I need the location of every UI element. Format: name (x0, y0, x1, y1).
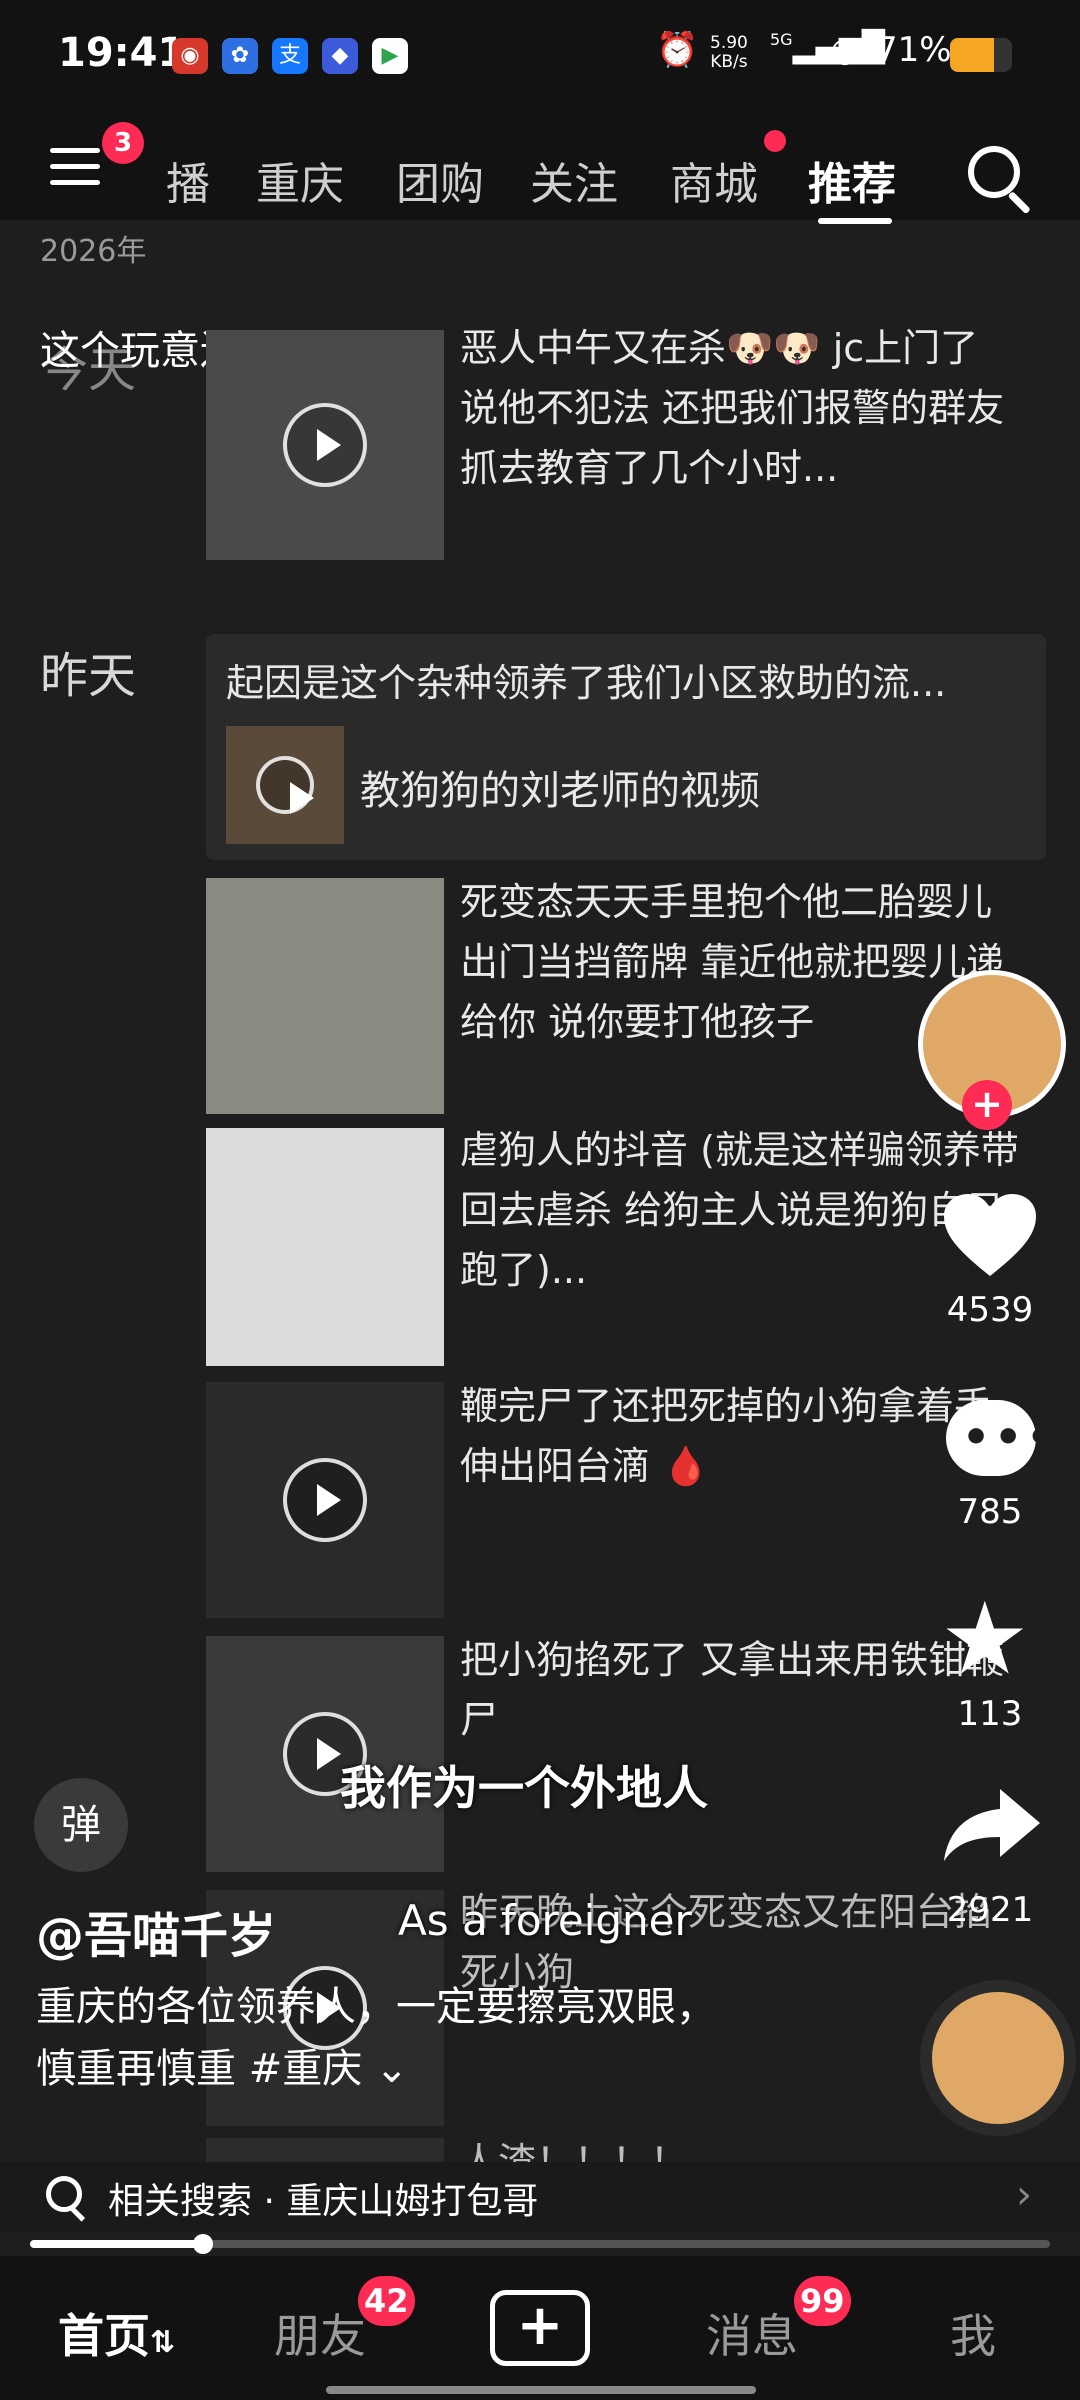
menu-badge: 3 (102, 122, 144, 164)
favorite-count: 113 (957, 1694, 1023, 1734)
post-description: 鞭完尸了还把死掉的小狗拿着手伸出阳台滴 🩸 (460, 1384, 993, 1488)
video-caption-english: As a foreigner (398, 1896, 692, 1945)
battery-fill (950, 38, 995, 72)
play-icon (283, 403, 367, 487)
nav-home-label: 首页 (58, 2309, 150, 2363)
tab-mall[interactable]: 商城 (670, 148, 758, 212)
battery-percent: 71% (876, 30, 952, 70)
day-label-yesterday: 昨天 (40, 648, 137, 704)
video-description-line2: 慎重再慎重 #重庆 ⌄ (36, 2046, 409, 2092)
notification-app-icon: ◉ (172, 38, 208, 74)
app-icon: ◆ (322, 38, 358, 74)
post-thumbnail[interactable] (206, 878, 444, 1114)
net-speed-unit: KB/s (710, 52, 748, 72)
search-icon (46, 2176, 82, 2212)
post-thumbnail[interactable] (206, 330, 444, 560)
video-description[interactable]: 重庆的各位领养人，一定要擦亮双眼， 慎重再慎重 #重庆 ⌄ (36, 1976, 856, 2100)
tab-live[interactable]: 播 (166, 148, 210, 212)
tab-recommend[interactable]: 推荐 (808, 148, 896, 212)
share-count: 2921 (946, 1890, 1034, 1930)
signal-type: 5G (770, 30, 793, 49)
battery-icon (950, 38, 1012, 72)
play-store-icon: ▶ (372, 38, 408, 74)
danmu-toggle-button[interactable]: 弹 (34, 1778, 128, 1872)
tab-following[interactable]: 关注 (530, 148, 618, 212)
video-caption-chinese: 我作为一个外地人 (340, 1761, 708, 1815)
post-description: 虐狗人的抖音 (就是这样骗领养带回去虐杀 给狗主人说是狗狗自己跑了)... (460, 1128, 1019, 1292)
play-icon (256, 756, 314, 814)
wifi-icon: ◔ (830, 30, 860, 70)
repost-text: 起因是这个杂种领养了我们小区救助的流... (226, 661, 947, 705)
friends-badge: 42 (358, 2276, 415, 2326)
nav-messages[interactable]: 消息 (706, 2300, 798, 2366)
net-speed-value: 5.90 (710, 33, 748, 53)
menu-icon[interactable] (50, 148, 100, 188)
play-icon (283, 1458, 367, 1542)
alarm-icon: ⏰ (656, 30, 699, 70)
year-header: 2026年 (40, 234, 147, 269)
tab-group-buy[interactable]: 团购 (396, 148, 484, 212)
nav-friends[interactable]: 朋友 (274, 2300, 366, 2366)
chevron-right-icon[interactable]: › (1016, 2172, 1032, 2218)
share-arrow-icon[interactable] (940, 1785, 1044, 1865)
messages-badge: 99 (794, 2276, 851, 2326)
home-indicator (326, 2386, 756, 2394)
net-speed: 5.90 KB/s (710, 34, 748, 72)
related-search-text[interactable]: 相关搜索 · 重庆山姆打包哥 (108, 2172, 538, 2224)
video-progress-fill (30, 2240, 203, 2248)
baidu-paw-icon: ✿ (222, 38, 258, 74)
status-time: 19:41 (58, 30, 186, 76)
video-description-line1: 重庆的各位领养人，一定要擦亮双眼， (36, 1984, 716, 2030)
author-name[interactable]: @吾喵千岁 (36, 1896, 276, 1966)
repost-thumbnail[interactable] (226, 726, 344, 844)
alipay-icon: 支 (272, 38, 308, 74)
tab-chongqing[interactable]: 重庆 (256, 148, 344, 212)
post-description: 恶人中午又在杀🐶🐶 jc上门了 说他不犯法 还把我们报警的群友抓去教育了几个小时… (460, 326, 1005, 490)
active-tab-indicator (818, 218, 892, 224)
video-progress-knob[interactable] (193, 2234, 213, 2254)
comment-dots: ••• (962, 1412, 1059, 1463)
create-plus-button[interactable]: + (490, 2290, 590, 2366)
like-heart-icon[interactable] (940, 1190, 1040, 1280)
signal-icon: 5G▂▄▆█ (770, 30, 885, 65)
like-count: 4539 (946, 1290, 1034, 1330)
favorite-star-icon[interactable]: ★ (940, 1580, 1030, 1697)
nav-home[interactable]: 首页⇅ (58, 2300, 175, 2366)
refresh-icon: ⇅ (150, 2325, 176, 2360)
mall-notification-dot (764, 130, 786, 152)
post-thumbnail[interactable] (206, 1382, 444, 1618)
post-thumbnail[interactable] (206, 1128, 444, 1366)
nav-me[interactable]: 我 (950, 2300, 996, 2366)
search-icon[interactable] (968, 146, 1020, 198)
repost-label: 教狗狗的刘老师的视频 (360, 768, 760, 814)
follow-plus-icon[interactable]: + (962, 1080, 1012, 1130)
music-disc-avatar[interactable] (920, 1980, 1076, 2136)
comment-count: 785 (957, 1492, 1023, 1532)
